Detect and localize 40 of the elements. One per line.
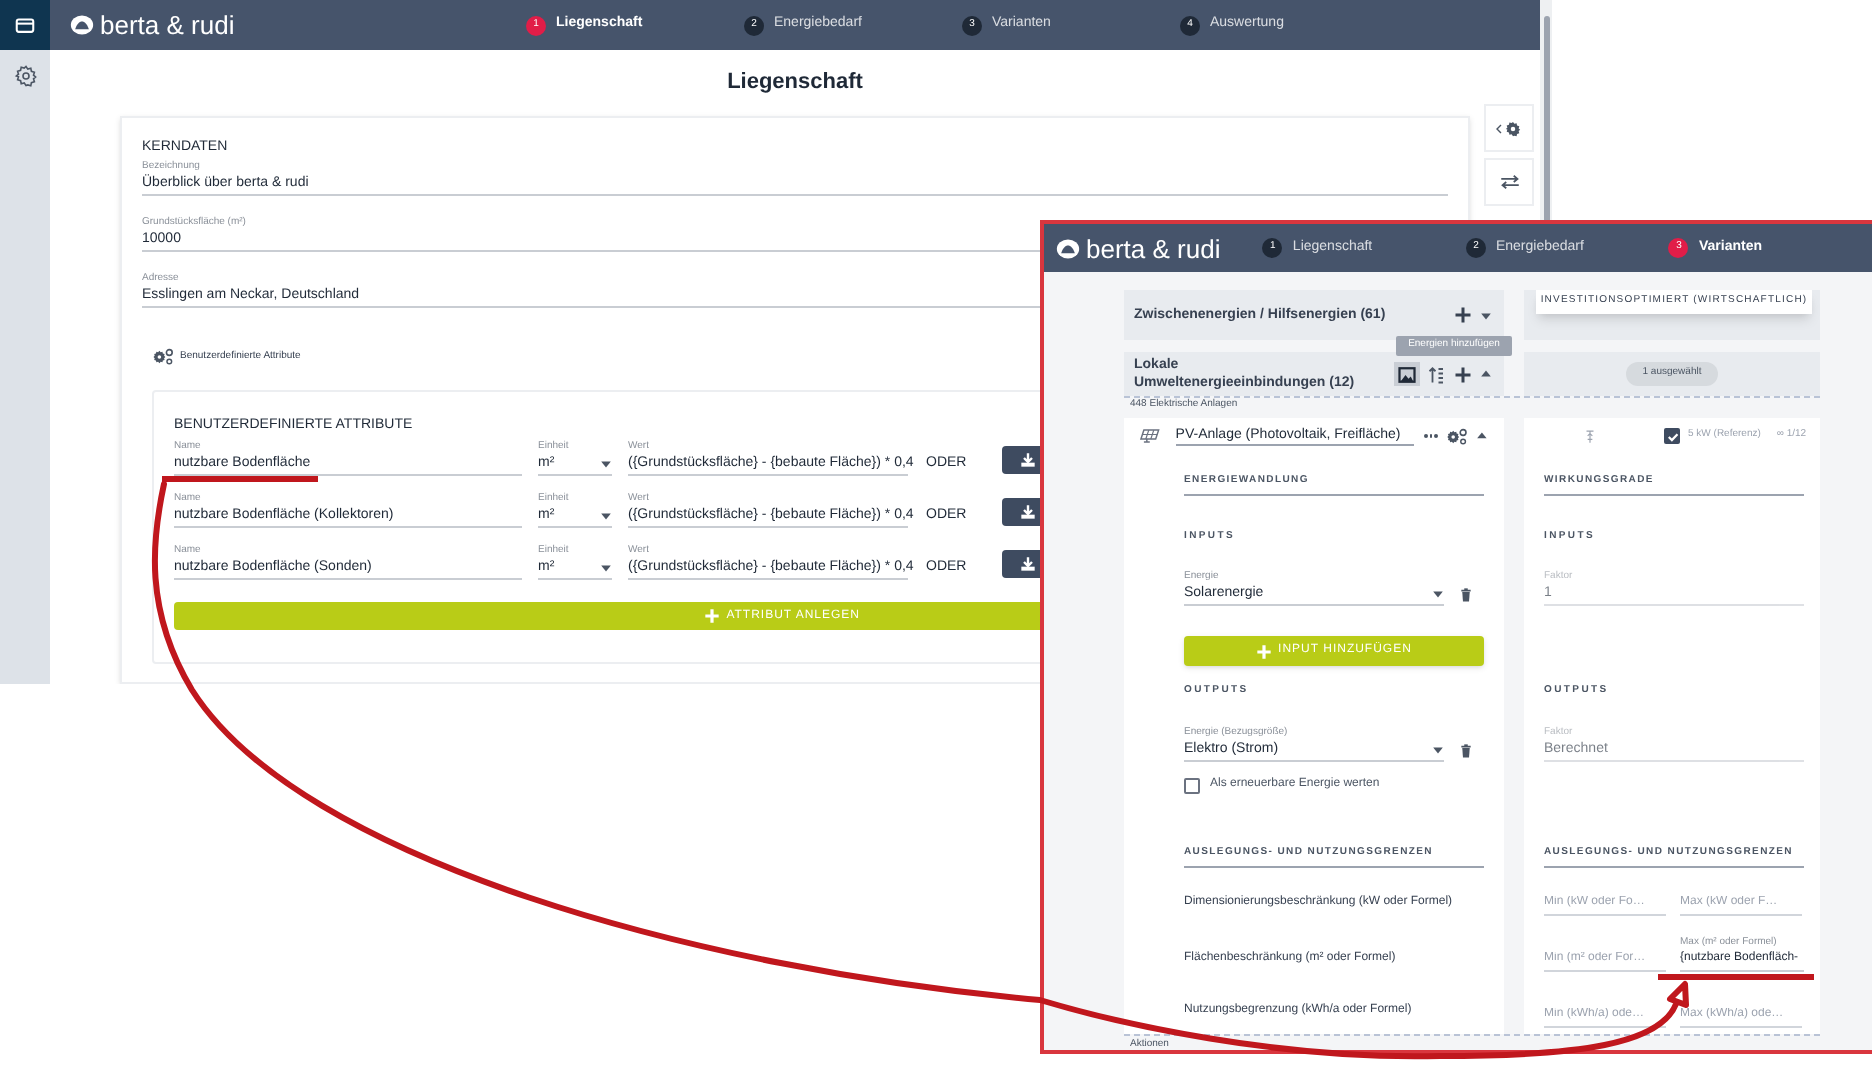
download-icon xyxy=(1020,556,1037,572)
checkbox[interactable] xyxy=(1664,428,1680,444)
chevron-icon xyxy=(1496,123,1502,133)
solar-panel-icon xyxy=(1138,428,1162,444)
logo-icon xyxy=(70,14,94,36)
caret-icon xyxy=(600,457,612,469)
settings-icon xyxy=(1504,119,1522,137)
logo-text: berta & rudi xyxy=(100,12,235,38)
caret-icon xyxy=(600,561,612,573)
caret-icon[interactable] xyxy=(1480,309,1492,321)
logo-text: berta & rudi xyxy=(1086,235,1221,261)
trash-icon[interactable] xyxy=(1460,588,1472,602)
caret-icon xyxy=(1432,587,1444,599)
swap-button[interactable] xyxy=(1484,158,1534,206)
download-icon xyxy=(1020,452,1037,468)
folder-icon[interactable] xyxy=(14,14,36,36)
download-button[interactable] xyxy=(1002,550,1041,578)
download-button[interactable] xyxy=(1002,446,1041,474)
image-icon xyxy=(1398,365,1416,383)
caret-icon[interactable] xyxy=(1476,430,1489,442)
settings-toggle-button[interactable] xyxy=(1484,104,1534,152)
logo-icon xyxy=(1056,237,1080,259)
trash-icon[interactable] xyxy=(1460,744,1472,758)
download-icon xyxy=(1020,504,1037,520)
download-button[interactable] xyxy=(1002,498,1041,526)
plus-icon xyxy=(1256,643,1273,659)
settings-icon[interactable] xyxy=(13,64,37,88)
pin-icon xyxy=(1584,429,1596,443)
caret-icon xyxy=(1432,743,1444,755)
plus-icon xyxy=(704,608,721,624)
gears-icon[interactable] xyxy=(1446,427,1469,445)
sort-icon[interactable] xyxy=(1428,365,1446,383)
image-button[interactable] xyxy=(1394,362,1420,386)
plus-icon[interactable] xyxy=(1454,365,1472,383)
page-title: Liegenschaft xyxy=(727,68,863,99)
gears-icon xyxy=(152,348,174,366)
caret-icon[interactable] xyxy=(1480,368,1492,380)
plus-icon[interactable] xyxy=(1454,306,1472,324)
swap-icon xyxy=(1499,174,1519,190)
caret-icon xyxy=(600,509,612,521)
